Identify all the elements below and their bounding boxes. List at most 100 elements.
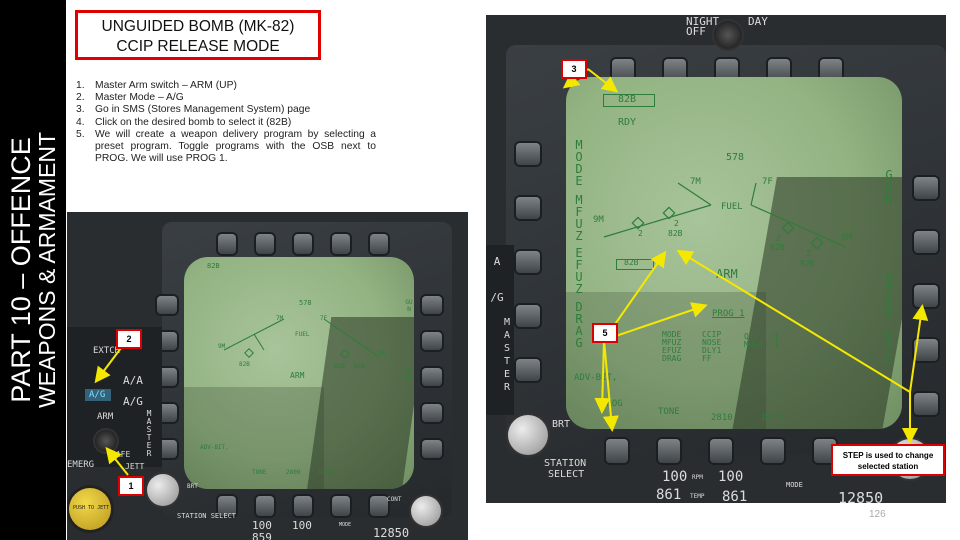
- osb-label-gun: GUN: [885, 168, 893, 206]
- osb-button[interactable]: [370, 496, 388, 516]
- safe-label: SAFE: [111, 450, 131, 459]
- osb-button[interactable]: [422, 440, 442, 458]
- step-number: 3.: [76, 104, 85, 116]
- table-col: CCIP NOSE DLY1 FF: [702, 331, 721, 363]
- step-number: 4.: [76, 116, 85, 128]
- osb-button[interactable]: [914, 339, 938, 361]
- emerg-label: EMERG: [67, 460, 95, 470]
- console-letter: S: [503, 343, 511, 354]
- osb-button[interactable]: [370, 234, 388, 254]
- osb-button[interactable]: [658, 439, 680, 463]
- osb-label-efuz: EFUZ: [575, 246, 583, 296]
- temp-readout: 859: [252, 531, 272, 540]
- osb-button[interactable]: [332, 234, 350, 254]
- brightness-knob[interactable]: [508, 415, 548, 455]
- osb-button-step[interactable]: [914, 285, 938, 307]
- step-item: 4. Click on the desired bomb to select it…: [76, 117, 376, 129]
- tone-label: TONE: [658, 407, 680, 417]
- osb-button[interactable]: [914, 231, 938, 253]
- osb-button[interactable]: [516, 143, 540, 165]
- osb-button[interactable]: [294, 496, 312, 516]
- osb-button[interactable]: [914, 177, 938, 199]
- step-text: Go in SMS (Stores Management System) pag…: [95, 104, 311, 116]
- osb-label-step: STEP: [885, 272, 893, 322]
- day-label: DAY: [748, 15, 768, 28]
- osb-button[interactable]: [218, 234, 236, 254]
- osb-button[interactable]: [422, 332, 442, 350]
- osb-button[interactable]: [762, 439, 784, 463]
- osb-button[interactable]: [422, 404, 442, 422]
- aa-mode-label[interactable]: A/A: [123, 374, 143, 387]
- step-item: 5. We will create a weapon delivery progr…: [76, 129, 376, 166]
- osb-button[interactable]: [914, 393, 938, 415]
- code-label: 2810: [711, 413, 733, 423]
- console-letter: A: [493, 255, 501, 268]
- page-number: 126: [869, 509, 886, 520]
- osb-button[interactable]: [422, 368, 442, 386]
- ag-mode-label[interactable]: A/G: [89, 390, 105, 400]
- callout-label: 3: [561, 59, 587, 79]
- off-label: OFF: [686, 25, 706, 38]
- cockpit-screenshot-large: NIGHT OFF DAY 82B RDY 578 7M 7F FUEL 9M …: [486, 15, 946, 503]
- step-text: Master Arm switch – ARM (UP): [95, 80, 237, 91]
- osb-button[interactable]: [516, 359, 540, 381]
- rpm-readout: 100: [718, 469, 744, 485]
- fuel-readout: 12850: [838, 489, 884, 503]
- temp-readout: 861: [656, 487, 682, 503]
- osb-label-drag: DRAG: [575, 300, 583, 350]
- ag-mode-label[interactable]: A/G: [123, 395, 143, 408]
- stores-diagram: [223, 318, 380, 359]
- step-number: 1.: [76, 80, 85, 91]
- callout-note: STEP is used to change selected station: [831, 444, 945, 476]
- console-letter: T: [503, 356, 511, 367]
- rpm-label: RPM: [692, 474, 703, 481]
- contrast-knob[interactable]: [411, 496, 441, 526]
- console-letter: A: [503, 330, 511, 341]
- osb-button[interactable]: [710, 439, 732, 463]
- page-title-box: UNGUIDED BOMB (MK-82) CCIP RELEASE MODE: [75, 10, 321, 60]
- step-text: We will create a weapon delivery program…: [95, 128, 376, 165]
- station-label: STATION: [544, 458, 587, 469]
- osb-button[interactable]: [294, 234, 312, 254]
- mfd-screen-small: 82B 578 7M 7F FUEL 9M 9M 82B 82B 82B ARM…: [184, 257, 414, 489]
- osb-label-mfuz: MFUZ: [575, 193, 583, 243]
- console-letter: M: [503, 317, 511, 328]
- brt-label: BRT: [187, 483, 198, 490]
- mode-label: MODE: [786, 481, 803, 489]
- station-select-label: STATION SELECT: [177, 512, 237, 520]
- page-title-line1: UNGUIDED BOMB (MK-82): [101, 18, 295, 35]
- osb-button[interactable]: [516, 251, 540, 273]
- table-cell: 1: [774, 340, 779, 349]
- cont-label: CONT: [387, 496, 402, 503]
- data-label: DATA: [762, 413, 784, 423]
- step-item: 1. Master Arm switch – ARM (UP): [76, 80, 376, 92]
- step-number: 5.: [76, 128, 85, 140]
- osb-button[interactable]: [516, 305, 540, 327]
- section-title-line2: WEAPONS & ARMAMENT: [34, 131, 60, 409]
- master-label: MASTER: [146, 409, 152, 458]
- osb-button-prog[interactable]: [606, 439, 628, 463]
- table-cell: DRAG: [662, 354, 682, 363]
- osb-button[interactable]: [256, 234, 274, 254]
- console-letter: R: [503, 382, 511, 393]
- arm-label: ARM: [97, 412, 114, 422]
- osb-button[interactable]: [422, 296, 442, 314]
- steps-list: 1. Master Arm switch – ARM (UP) 2. Master …: [76, 80, 376, 165]
- brightness-knob[interactable]: [147, 474, 179, 506]
- master-arm-switch[interactable]: [95, 430, 117, 452]
- section-title: PART 10 – OFFENCE WEAPONS & ARMAMENT: [6, 131, 60, 409]
- fuel-readout: 12850: [373, 526, 410, 540]
- osb-button[interactable]: [157, 296, 177, 314]
- osb-button[interactable]: [332, 496, 350, 516]
- osb-button[interactable]: [256, 496, 274, 516]
- jett-label: JETT: [125, 462, 145, 471]
- mfd-screen-large: 82B RDY 578 7M 7F FUEL 9M 9M 2 82B 2 82B…: [566, 77, 902, 429]
- osb-button[interactable]: [516, 197, 540, 219]
- table-cell: MULT: [744, 340, 764, 349]
- osb-label-prog: PROG: [601, 399, 623, 409]
- prog-label: PROG 1: [712, 309, 745, 319]
- callout-label: 5: [592, 323, 618, 343]
- table-cell: FF: [702, 354, 712, 363]
- table-col: QTY MULT: [744, 333, 763, 349]
- section-sidebar: PART 10 – OFFENCE WEAPONS & ARMAMENT: [0, 0, 66, 540]
